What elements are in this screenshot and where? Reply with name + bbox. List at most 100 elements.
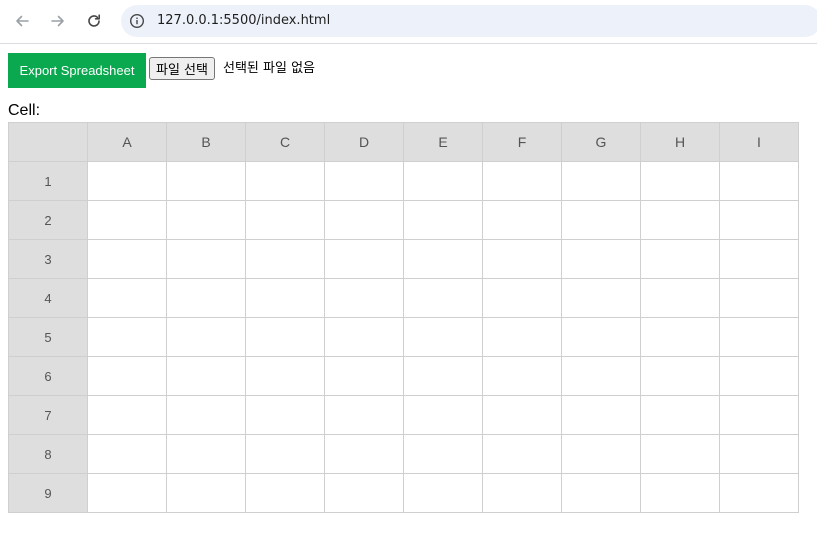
cell-input[interactable] (324, 200, 404, 240)
forward-button[interactable] (45, 8, 71, 34)
address-bar[interactable]: 127.0.0.1:5500/index.html (121, 5, 817, 37)
cell-input[interactable] (245, 395, 325, 435)
cell-input[interactable] (719, 434, 799, 474)
cell-input[interactable] (403, 278, 483, 318)
cell-input[interactable] (719, 200, 799, 240)
cell-input[interactable] (87, 200, 167, 240)
cell-input[interactable] (561, 356, 641, 396)
back-button[interactable] (9, 8, 35, 34)
reload-button[interactable] (81, 8, 107, 34)
file-status-text: 선택된 파일 없음 (223, 61, 315, 76)
cell-input[interactable] (719, 356, 799, 396)
cell-input[interactable] (403, 395, 483, 435)
cell-input[interactable] (640, 317, 720, 357)
cell-input[interactable] (640, 200, 720, 240)
cell-input[interactable] (482, 473, 562, 513)
cell-input[interactable] (561, 239, 641, 279)
cell-input[interactable] (166, 434, 246, 474)
cell-input[interactable] (561, 200, 641, 240)
cell-input[interactable] (324, 473, 404, 513)
cell-input[interactable] (482, 161, 562, 201)
cell-input[interactable] (324, 317, 404, 357)
column-header: E (403, 122, 483, 162)
column-header: I (719, 122, 799, 162)
row-header: 9 (8, 473, 88, 513)
cell-input[interactable] (324, 239, 404, 279)
cell-input[interactable] (166, 317, 246, 357)
cell-input[interactable] (87, 161, 167, 201)
table-row: 6 (8, 356, 799, 396)
export-spreadsheet-button[interactable]: Export Spreadsheet (8, 53, 146, 88)
cell-input[interactable] (561, 278, 641, 318)
cell-input[interactable] (87, 356, 167, 396)
cell-input[interactable] (719, 239, 799, 279)
file-select-button[interactable]: 파일 선택 (149, 57, 215, 80)
cell-input[interactable] (640, 278, 720, 318)
cell-input[interactable] (482, 317, 562, 357)
cell-input[interactable] (719, 473, 799, 513)
cell-input[interactable] (719, 395, 799, 435)
cell-input[interactable] (166, 395, 246, 435)
cell-input[interactable] (561, 161, 641, 201)
cell-input[interactable] (245, 473, 325, 513)
cell-input[interactable] (403, 161, 483, 201)
column-header: D (324, 122, 404, 162)
cell-input[interactable] (482, 356, 562, 396)
cell-input[interactable] (166, 473, 246, 513)
cell-input[interactable] (403, 473, 483, 513)
cell-input[interactable] (561, 434, 641, 474)
cell-input[interactable] (640, 473, 720, 513)
cell-input[interactable] (719, 278, 799, 318)
table-row: 9 (8, 473, 799, 513)
table-row: 1 (8, 161, 799, 201)
cell-input[interactable] (245, 356, 325, 396)
cell-input[interactable] (324, 356, 404, 396)
cell-input[interactable] (719, 161, 799, 201)
cell-input[interactable] (87, 395, 167, 435)
cell-input[interactable] (166, 161, 246, 201)
cell-input[interactable] (640, 356, 720, 396)
cell-input[interactable] (482, 395, 562, 435)
cell-input[interactable] (245, 200, 325, 240)
cell-input[interactable] (87, 473, 167, 513)
cell-input[interactable] (403, 356, 483, 396)
cell-input[interactable] (482, 278, 562, 318)
cell-input[interactable] (245, 317, 325, 357)
cell-input[interactable] (640, 434, 720, 474)
cell-input[interactable] (719, 317, 799, 357)
cell-input[interactable] (561, 317, 641, 357)
cell-input[interactable] (166, 239, 246, 279)
cell-input[interactable] (403, 200, 483, 240)
cell-input[interactable] (245, 239, 325, 279)
cell-input[interactable] (166, 356, 246, 396)
cell-input[interactable] (324, 161, 404, 201)
table-row: 4 (8, 278, 799, 318)
cell-input[interactable] (245, 278, 325, 318)
column-header: H (640, 122, 720, 162)
cell-input[interactable] (324, 278, 404, 318)
cell-input[interactable] (482, 200, 562, 240)
cell-input[interactable] (561, 395, 641, 435)
cell-input[interactable] (403, 317, 483, 357)
cell-input[interactable] (482, 434, 562, 474)
cell-input[interactable] (166, 278, 246, 318)
cell-input[interactable] (324, 434, 404, 474)
cell-input[interactable] (87, 317, 167, 357)
cell-input[interactable] (640, 239, 720, 279)
cell-input[interactable] (87, 434, 167, 474)
cell-input[interactable] (561, 473, 641, 513)
cell-input[interactable] (403, 434, 483, 474)
cell-label: Cell: (8, 102, 41, 119)
cell-input[interactable] (324, 395, 404, 435)
cell-input[interactable] (87, 278, 167, 318)
cell-input[interactable] (166, 200, 246, 240)
info-icon[interactable] (129, 13, 145, 29)
cell-input[interactable] (245, 434, 325, 474)
cell-input[interactable] (87, 239, 167, 279)
cell-input[interactable] (640, 395, 720, 435)
cell-input[interactable] (403, 239, 483, 279)
url-text[interactable]: 127.0.0.1:5500/index.html (157, 13, 330, 29)
cell-input[interactable] (245, 161, 325, 201)
cell-input[interactable] (482, 239, 562, 279)
cell-input[interactable] (640, 161, 720, 201)
